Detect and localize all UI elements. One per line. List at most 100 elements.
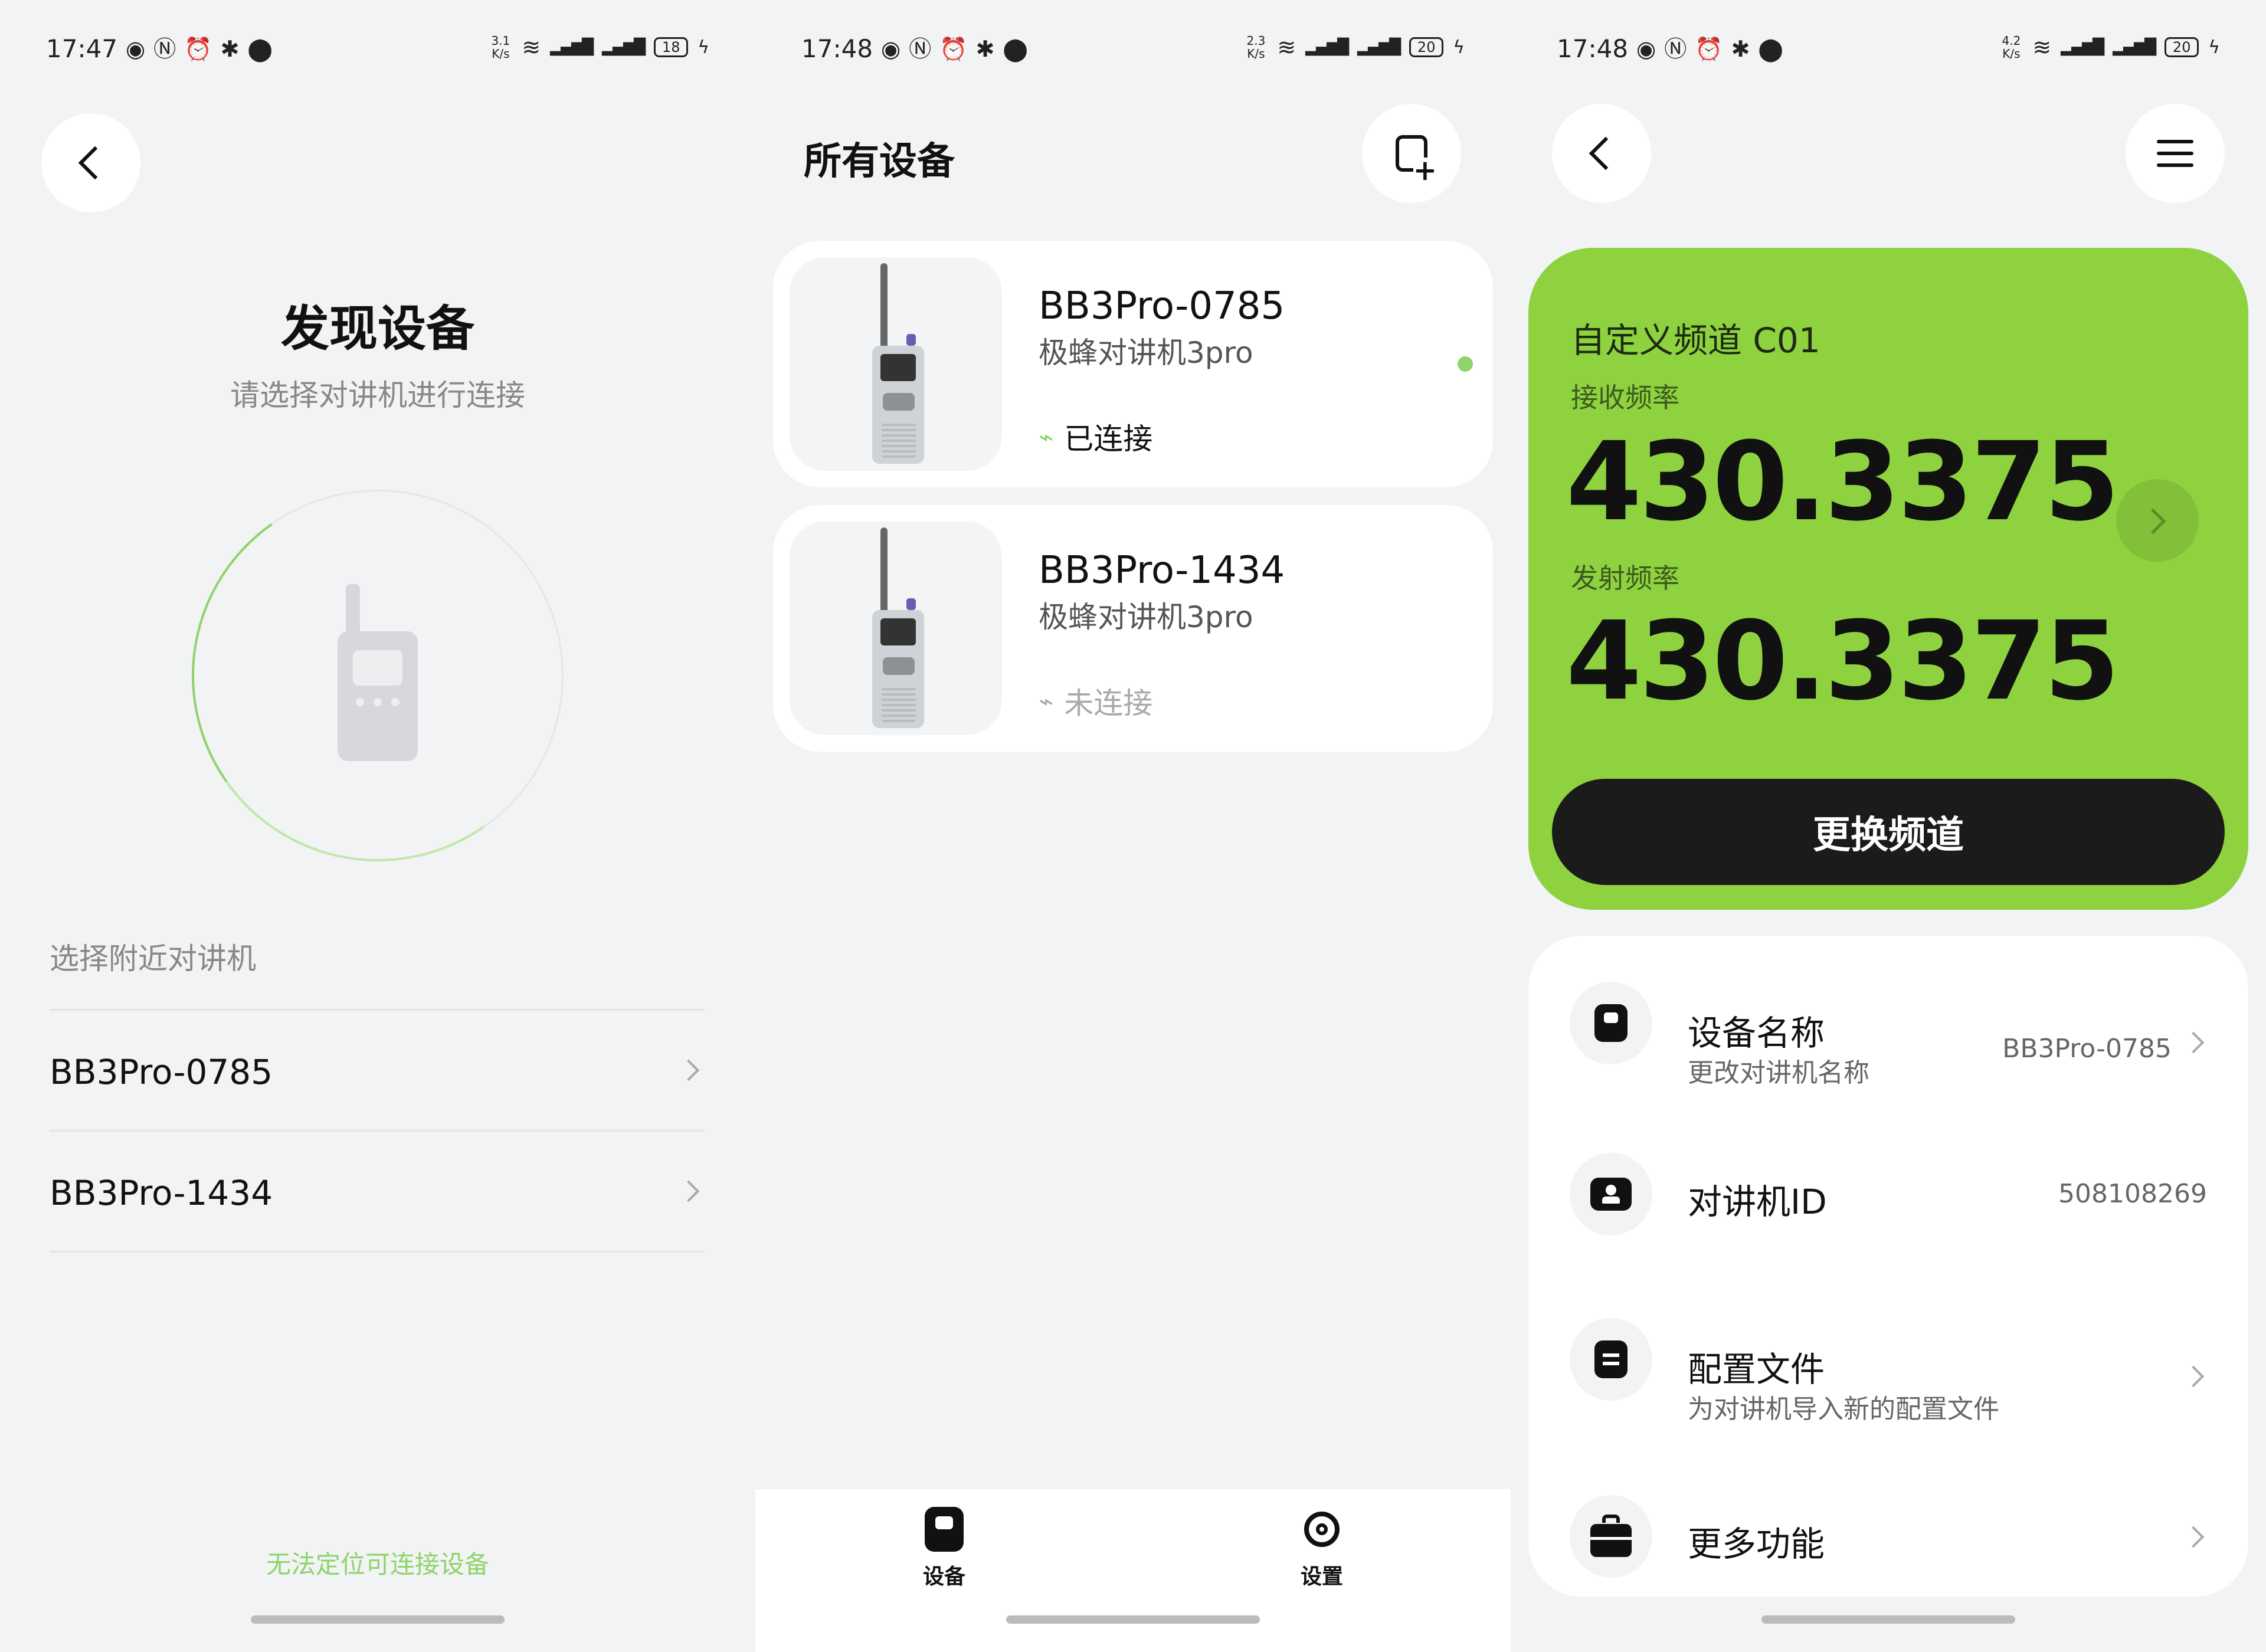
- cannot-find-device-link[interactable]: 无法定位可连接设备: [0, 1545, 755, 1581]
- chevron-right-icon: [2182, 1365, 2205, 1388]
- tab-label: 设备: [922, 1565, 965, 1589]
- add-device-button[interactable]: [1362, 104, 1461, 203]
- setting-value: BB3Pro-0785: [2002, 1034, 2172, 1064]
- status-time: 17:48: [1557, 34, 1629, 63]
- nearby-device-item[interactable]: BB3Pro-1434: [50, 1130, 705, 1253]
- discover-screen: 17:47 ◉ Ⓝ ⏰ ✱ ⬤ 3.1 K/s ≋ ▂▄▆█ ▂▄▆█ 18 ϟ…: [0, 0, 755, 1652]
- tab-label: 设置: [1300, 1565, 1343, 1589]
- setting-config-file[interactable]: 配置文件 为对讲机导入新的配置文件: [1528, 1302, 2248, 1424]
- rx-frequency: 430.3375: [1566, 419, 2120, 545]
- walkie-talkie-icon: [338, 584, 418, 761]
- change-channel-button[interactable]: 更换频道: [1552, 779, 2225, 885]
- disconnected-icon: ⌁: [1039, 686, 1054, 716]
- device-icon: [1594, 1004, 1628, 1042]
- home-indicator: [1761, 1615, 2015, 1624]
- setting-subtitle: 为对讲机导入新的配置文件: [1688, 1394, 1999, 1424]
- page-title: 所有设备: [804, 140, 955, 183]
- device-name: BB3Pro-0785: [50, 1052, 273, 1092]
- setting-subtitle: 更改对讲机名称: [1688, 1058, 1869, 1088]
- device-model: 极蜂对讲机3pro: [1039, 600, 1253, 634]
- add-device-icon: [1396, 135, 1437, 183]
- wifi-icon: ≋: [2032, 34, 2052, 60]
- bluetooth-icon: ✱: [975, 35, 995, 62]
- signal-5g-icon: ▂▄▆█: [2113, 38, 2156, 56]
- location-icon: ⬤: [1758, 35, 1783, 62]
- charging-icon: ϟ: [1453, 37, 1465, 58]
- rx-label: 接收频率: [1571, 382, 1679, 414]
- walkie-talkie-icon: [872, 527, 924, 728]
- device-name: BB3Pro-1434: [50, 1173, 273, 1213]
- nfc-icon: Ⓝ: [153, 35, 176, 62]
- walkie-talkie-icon: [872, 263, 924, 464]
- chevron-right-icon: [2182, 1031, 2205, 1054]
- status-bar: 17:48 ◉ Ⓝ ⏰ ✱ ⬤ 2.3 K/s ≋ ▂▄▆█ ▂▄▆█ 20 ϟ: [801, 34, 1465, 70]
- chevron-right-icon: [2182, 1526, 2205, 1548]
- setting-device-id[interactable]: 对讲机ID 508108269: [1528, 1136, 2248, 1254]
- chevron-right-icon: [677, 1180, 700, 1202]
- device-image: [790, 257, 1002, 471]
- location-icon: ⬤: [247, 35, 273, 62]
- status-bar: 17:47 ◉ Ⓝ ⏰ ✱ ⬤ 3.1 K/s ≋ ▂▄▆█ ▂▄▆█ 18 ϟ: [46, 34, 709, 70]
- signal-5g-icon: ▂▄▆█: [602, 38, 646, 56]
- tab-devices[interactable]: 设备: [755, 1489, 1133, 1607]
- tab-settings[interactable]: 设置: [1133, 1489, 1511, 1607]
- nearby-device-item[interactable]: BB3Pro-0785: [50, 1009, 705, 1132]
- nfc-icon: Ⓝ: [909, 35, 932, 62]
- chevron-left-icon: [1589, 136, 1623, 171]
- device-icon: [925, 1507, 964, 1552]
- status-time: 17:47: [46, 34, 118, 63]
- divider: [50, 1251, 705, 1253]
- tx-frequency: 430.3375: [1566, 598, 2120, 725]
- setting-title: 对讲机ID: [1688, 1182, 1827, 1222]
- channel-next-button[interactable]: [2116, 479, 2199, 562]
- setting-title: 配置文件: [1688, 1349, 1825, 1389]
- alarm-icon: ⏰: [939, 35, 968, 62]
- signal-5g-icon: ▂▄▆█: [550, 38, 594, 56]
- chevron-right-icon: [677, 1059, 700, 1081]
- status-bar: 17:48 ◉ Ⓝ ⏰ ✱ ⬤ 4.2 K/s ≋ ▂▄▆█ ▂▄▆█ 20 ϟ: [1557, 34, 2220, 70]
- battery-icon: 20: [2165, 37, 2199, 57]
- alarm-icon: ⏰: [1695, 35, 1723, 62]
- channel-name: 自定义频道 C01: [1571, 320, 1820, 360]
- back-button[interactable]: [41, 113, 140, 212]
- eye-icon: ◉: [1636, 35, 1656, 62]
- page-subtitle: 请选择对讲机进行连接: [230, 378, 525, 412]
- setting-title: 设备名称: [1688, 1013, 1825, 1053]
- page-title: 发现设备: [280, 301, 474, 357]
- device-detail-screen: 17:48 ◉ Ⓝ ⏰ ✱ ⬤ 4.2 K/s ≋ ▂▄▆█ ▂▄▆█ 20 ϟ…: [1511, 0, 2266, 1652]
- menu-icon: [2157, 140, 2193, 167]
- connection-status-label: 未连接: [1064, 686, 1153, 720]
- wifi-icon: ≋: [522, 34, 541, 60]
- wifi-icon: ≋: [1277, 34, 1296, 60]
- battery-icon: 18: [654, 37, 689, 57]
- home-indicator: [251, 1615, 505, 1624]
- connected-icon: ⌁: [1039, 422, 1054, 451]
- connection-status: ⌁ 未连接: [1039, 680, 1152, 722]
- setting-title: 更多功能: [1688, 1524, 1825, 1564]
- tx-label: 发射频率: [1571, 562, 1679, 594]
- bluetooth-icon: ✱: [1731, 35, 1750, 62]
- eye-icon: ◉: [126, 35, 146, 62]
- net-speed: 3.1 K/s: [491, 34, 510, 61]
- gear-icon: [1304, 1512, 1340, 1547]
- location-icon: ⬤: [1003, 35, 1028, 62]
- device-card[interactable]: BB3Pro-1434 极蜂对讲机3pro ⌁ 未连接: [773, 505, 1493, 752]
- section-label: 选择附近对讲机: [50, 942, 256, 976]
- settings-list: 设备名称 更改对讲机名称 BB3Pro-0785 对讲机ID 508108269…: [1528, 936, 2248, 1597]
- chevron-left-icon: [78, 146, 112, 180]
- net-speed: 2.3 K/s: [1246, 34, 1266, 61]
- nfc-icon: Ⓝ: [1664, 35, 1687, 62]
- signal-5g-icon: ▂▄▆█: [2061, 38, 2104, 56]
- setting-device-name[interactable]: 设备名称 更改对讲机名称 BB3Pro-0785: [1528, 965, 2248, 1088]
- battery-icon: 20: [1409, 37, 1444, 57]
- setting-more-features[interactable]: 更多功能: [1528, 1479, 2248, 1597]
- channel-card: 自定义频道 C01 接收频率 430.3375 发射频率 430.3375 更换…: [1528, 248, 2248, 910]
- charging-icon: ϟ: [698, 37, 709, 58]
- back-button[interactable]: [1552, 104, 1651, 203]
- device-image: [790, 522, 1002, 735]
- bottom-tab-bar: 设备 设置: [755, 1489, 1511, 1652]
- connection-status: ⌁ 已连接: [1039, 415, 1152, 458]
- device-model: 极蜂对讲机3pro: [1039, 336, 1253, 370]
- device-card[interactable]: BB3Pro-0785 极蜂对讲机3pro ⌁ 已连接: [773, 241, 1493, 487]
- menu-button[interactable]: [2126, 104, 2225, 203]
